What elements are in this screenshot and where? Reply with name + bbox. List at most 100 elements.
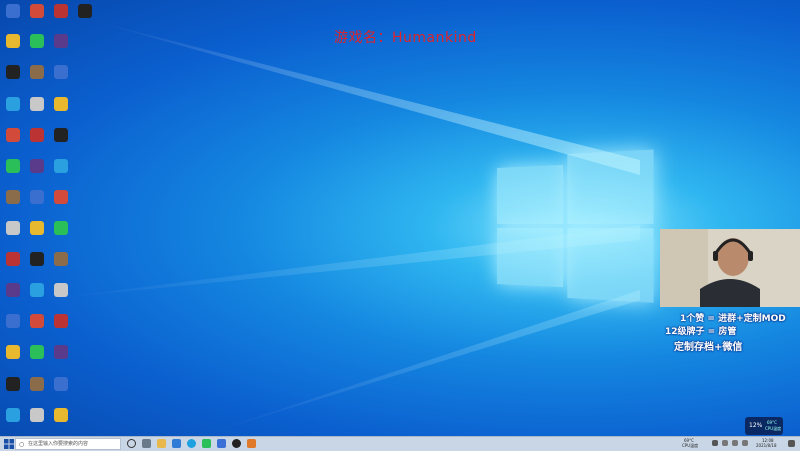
desktop-shortcut[interactable] xyxy=(24,157,50,187)
search-placeholder: 在这里输入你要搜索的内容 xyxy=(28,441,89,447)
folder-icon[interactable] xyxy=(157,439,166,448)
cpu-temp-label: CPU温度 xyxy=(765,426,782,431)
cpu-usage-percent: 12% xyxy=(749,422,763,429)
desktop-shortcut[interactable] xyxy=(24,250,50,280)
desktop-shortcut[interactable] xyxy=(72,2,98,32)
app-icon xyxy=(54,97,68,111)
clock-date[interactable]: 2021/8/18 xyxy=(756,443,777,448)
desktop-shortcut[interactable] xyxy=(0,250,26,280)
desktop-shortcut[interactable] xyxy=(48,95,74,125)
app-icon xyxy=(30,34,44,48)
file-manager-icon[interactable] xyxy=(142,439,151,448)
desktop-shortcut[interactable] xyxy=(0,95,26,125)
app-icon xyxy=(6,314,20,328)
desktop-shortcut[interactable] xyxy=(24,375,50,405)
desktop-shortcut[interactable] xyxy=(24,312,50,342)
app-icon xyxy=(54,34,68,48)
app-icon xyxy=(54,283,68,297)
app-icon xyxy=(30,377,44,391)
desktop-shortcut[interactable] xyxy=(0,32,26,62)
desktop-shortcut[interactable] xyxy=(0,2,26,32)
desktop-shortcut[interactable] xyxy=(48,126,74,156)
desktop-shortcut[interactable] xyxy=(48,2,74,32)
desktop-shortcut[interactable] xyxy=(0,157,26,187)
app-icon xyxy=(30,408,44,422)
desktop-shortcut[interactable] xyxy=(24,219,50,249)
desktop-shortcut[interactable] xyxy=(0,312,26,342)
app-icon xyxy=(6,221,20,235)
app-icon xyxy=(6,377,20,391)
app-icon xyxy=(6,283,20,297)
desktop-shortcut[interactable] xyxy=(48,375,74,405)
app-icon xyxy=(30,221,44,235)
app-icon xyxy=(78,4,92,18)
desktop-shortcut[interactable] xyxy=(24,2,50,32)
app-icon xyxy=(6,65,20,79)
chevron-up-icon[interactable] xyxy=(712,440,718,446)
browser-icon[interactable] xyxy=(217,439,226,448)
desktop-shortcut[interactable] xyxy=(24,188,50,218)
app-icon xyxy=(6,34,20,48)
app-icon xyxy=(6,159,20,173)
desktop-shortcut[interactable] xyxy=(48,281,74,311)
desktop-shortcut[interactable] xyxy=(48,312,74,342)
ime-icon[interactable] xyxy=(742,440,748,446)
taskbar-search-box[interactable]: ○ 在这里输入你要搜索的内容 xyxy=(15,438,121,450)
desktop-shortcut[interactable] xyxy=(48,32,74,62)
edge-browser-icon[interactable] xyxy=(187,439,196,448)
desktop-shortcut[interactable] xyxy=(24,281,50,311)
desktop-shortcut[interactable] xyxy=(0,188,26,218)
desktop-shortcut[interactable] xyxy=(48,188,74,218)
desktop-shortcut[interactable] xyxy=(24,343,50,373)
app-icon xyxy=(6,345,20,359)
notification-icon[interactable] xyxy=(788,440,795,447)
app-icon xyxy=(54,128,68,142)
desktop-shortcut[interactable] xyxy=(0,63,26,93)
search-icon: ○ xyxy=(19,441,25,448)
desktop-shortcut[interactable] xyxy=(48,157,74,187)
app-icon xyxy=(54,408,68,422)
desktop-shortcut[interactable] xyxy=(0,343,26,373)
desktop-shortcut[interactable] xyxy=(24,126,50,156)
app-icon xyxy=(6,408,20,422)
app-icon xyxy=(54,65,68,79)
app-icon xyxy=(30,283,44,297)
desktop-shortcut[interactable] xyxy=(48,406,74,436)
app-icon xyxy=(54,345,68,359)
webcam-overlay xyxy=(660,229,800,307)
desktop-shortcut[interactable] xyxy=(48,219,74,249)
app-icon xyxy=(6,97,20,111)
app-icon xyxy=(54,4,68,18)
obs-icon[interactable] xyxy=(232,439,241,448)
app-icon xyxy=(54,314,68,328)
game-app-icon[interactable] xyxy=(247,439,256,448)
desktop-shortcut[interactable] xyxy=(24,32,50,62)
desktop-shortcut[interactable] xyxy=(0,406,26,436)
cpu-temp-widget[interactable]: 12% 69°C CPU温度 xyxy=(745,417,783,435)
overlay-line-2: 12级牌子 = 房管 xyxy=(665,327,737,337)
desktop-shortcut[interactable] xyxy=(48,343,74,373)
desktop-shortcut[interactable] xyxy=(0,281,26,311)
app-icon xyxy=(30,97,44,111)
store-icon[interactable] xyxy=(172,439,181,448)
desktop-shortcut[interactable] xyxy=(48,63,74,93)
app-icon xyxy=(6,190,20,204)
desktop-shortcut[interactable] xyxy=(0,126,26,156)
wechat-icon[interactable] xyxy=(202,439,211,448)
desktop-shortcut[interactable] xyxy=(24,406,50,436)
task-view-icon[interactable] xyxy=(127,439,136,448)
windows-logo xyxy=(497,149,654,303)
app-icon xyxy=(30,65,44,79)
streamer-image xyxy=(660,229,800,307)
windows-start-icon[interactable] xyxy=(4,439,14,449)
network-icon[interactable] xyxy=(722,440,728,446)
desktop-shortcut[interactable] xyxy=(24,95,50,125)
desktop-shortcut[interactable] xyxy=(0,375,26,405)
desktop-shortcut[interactable] xyxy=(0,219,26,249)
app-icon xyxy=(54,221,68,235)
desktop-shortcut[interactable] xyxy=(24,63,50,93)
app-icon xyxy=(30,4,44,18)
volume-icon[interactable] xyxy=(732,440,738,446)
app-icon xyxy=(54,377,68,391)
desktop-shortcut[interactable] xyxy=(48,250,74,280)
